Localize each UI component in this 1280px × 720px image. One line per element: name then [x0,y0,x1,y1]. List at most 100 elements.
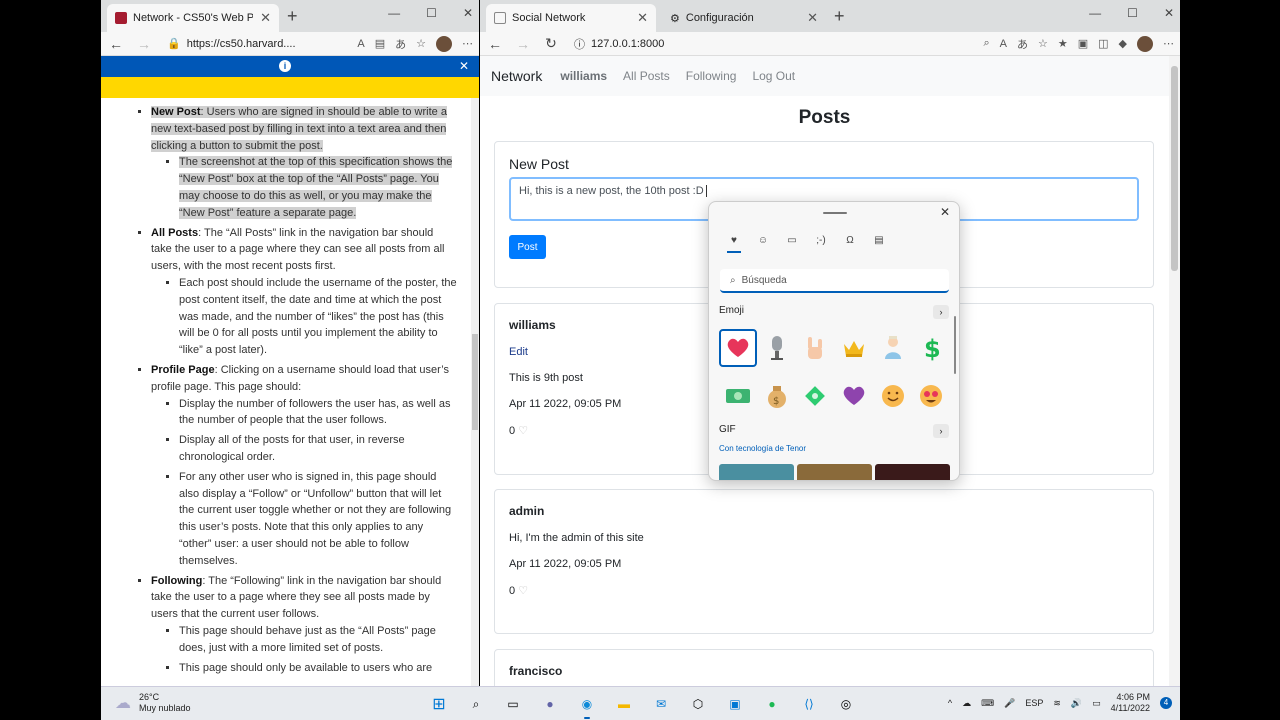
emoji-purple-heart[interactable] [835,377,873,415]
back-icon[interactable]: ← [486,36,504,52]
wifi-icon[interactable]: ≋ [1053,698,1061,709]
more-menu-icon[interactable]: ⋯ [1163,37,1174,50]
gif-thumbnail[interactable] [797,464,872,480]
emoji-money-bag[interactable]: $ [758,377,796,415]
emoji-heart-eyes[interactable] [912,377,950,415]
tab-social-network[interactable]: Social Network ✕ [486,4,656,32]
chevron-right-icon[interactable]: › [933,305,949,319]
gif-thumbnail[interactable] [719,464,794,480]
close-tab-icon[interactable]: ✕ [260,10,271,26]
forward-icon[interactable]: → [514,36,532,52]
emoji-tab-icon[interactable]: ☺ [756,235,770,253]
spotify-icon[interactable]: ● [760,692,784,716]
emoji-rock-hand[interactable] [796,329,834,367]
nav-all-posts[interactable]: All Posts [623,69,670,83]
kaomoji-tab-icon[interactable]: ;-) [814,235,828,253]
emoji-banknote[interactable] [719,377,757,415]
refresh-icon[interactable]: ↻ [542,35,560,52]
nav-following[interactable]: Following [686,69,737,83]
nav-logout[interactable]: Log Out [752,69,795,83]
search-icon[interactable]: ⌕ [464,692,488,716]
close-icon[interactable]: ✕ [940,205,950,219]
chevron-up-icon[interactable]: ^ [948,698,952,708]
emoji-microphone[interactable] [758,329,796,367]
vscode-icon[interactable]: ⟨⟩ [797,692,821,716]
close-window-icon[interactable]: ✕ [463,6,473,20]
address-bar[interactable]: ⓘ 127.0.0.1:8000 [570,36,973,52]
favorite-icon[interactable]: ☆ [416,37,426,50]
read-aloud-icon[interactable]: A [1000,38,1007,50]
language-indicator[interactable]: ESP [1025,698,1043,708]
favorite-icon[interactable]: ☆ [1038,37,1048,50]
zoom-icon[interactable]: ⌕ [983,37,989,50]
maximize-icon[interactable]: ☐ [426,6,437,20]
windows-start-icon[interactable]: ⊞ [427,692,451,716]
new-tab-button[interactable]: + [287,6,298,27]
address-bar[interactable]: 🔒 https://cs50.harvard.... [163,37,347,51]
drag-handle[interactable] [823,212,847,214]
post-username[interactable]: admin [509,504,1139,518]
emoji-search-input[interactable]: ⌕ Búsqueda [720,269,949,293]
emoji-dollar-sign[interactable]: $ [912,329,950,367]
weather-widget[interactable]: ☁ 26°C Muy nublado [115,692,191,714]
collections-icon[interactable]: ▣ [1078,37,1088,50]
brand-link[interactable]: Network [491,68,542,84]
more-menu-icon[interactable]: ⋯ [462,37,473,50]
clipboard-tab-icon[interactable]: ▤ [872,235,886,253]
close-tab-icon[interactable]: ✕ [807,10,818,26]
close-window-icon[interactable]: ✕ [1164,6,1174,20]
emoji-smiling-hearts[interactable] [874,377,912,415]
clock[interactable]: 4:06 PM 4/11/2022 [1111,692,1150,714]
minimize-icon[interactable]: — [1089,6,1101,20]
emoji-crown[interactable] [835,329,873,367]
emoji-money-wings[interactable] [796,377,834,415]
nav-username[interactable]: williams [560,69,607,83]
close-tab-icon[interactable]: ✕ [637,10,648,26]
store-icon[interactable]: ▣ [723,692,747,716]
battery-icon[interactable]: ▭ [1092,698,1101,709]
translate-icon[interactable]: あ [395,36,406,52]
favorites-list-icon[interactable]: ★ [1058,37,1068,50]
emoji-genie[interactable] [874,329,912,367]
maximize-icon[interactable]: ☐ [1127,6,1138,20]
scrollbar[interactable] [471,98,479,686]
mail-icon[interactable]: ✉ [649,692,673,716]
gif-thumbnail[interactable] [875,464,950,480]
heart-icon[interactable]: ♡ [518,585,528,597]
microphone-icon[interactable]: 🎤 [1004,698,1015,709]
chevron-right-icon[interactable]: › [933,424,949,438]
recent-emoji-tab-icon[interactable]: ♥ [727,235,741,253]
tenor-credit[interactable]: Con tecnología de Tenor [719,444,806,453]
forward-icon[interactable]: → [135,36,153,52]
tab-cs50-spec[interactable]: Network - CS50's Web Programming ✕ [107,4,279,32]
close-banner-icon[interactable]: ✕ [459,59,469,73]
profile-avatar[interactable] [1137,35,1153,52]
picker-scrollbar[interactable] [954,316,956,374]
profile-avatar[interactable] [436,35,452,52]
screenshot-icon[interactable]: ◫ [1098,37,1108,50]
edge-icon[interactable]: ◉ [575,692,599,719]
obs-icon[interactable]: ◎ [834,692,858,716]
gif-tab-icon[interactable]: ▭ [785,235,799,253]
info-icon[interactable]: i [279,60,291,72]
extensions-icon[interactable]: ◆ [1119,37,1127,50]
back-icon[interactable]: ← [107,36,125,52]
reader-icon[interactable]: ▤ [375,37,385,50]
minimize-icon[interactable]: — [388,6,400,20]
post-button[interactable]: Post [509,235,546,259]
heart-icon[interactable]: ♡ [518,425,528,437]
volume-icon[interactable]: 🔊 [1071,698,1082,709]
emoji-heart[interactable] [719,329,757,367]
post-username[interactable]: francisco [509,664,1139,678]
translate-icon[interactable]: あ [1017,36,1028,52]
new-tab-button[interactable]: + [834,6,845,27]
scrollbar[interactable] [1169,56,1180,686]
notification-badge[interactable]: 4 [1160,697,1172,709]
settings-app-icon[interactable]: ⬡ [686,692,710,716]
file-explorer-icon[interactable]: ▬ [612,692,636,716]
chat-icon[interactable]: ● [538,692,562,716]
read-aloud-icon[interactable]: A [357,38,364,50]
symbols-tab-icon[interactable]: Ω [843,235,857,253]
tab-configuracion[interactable]: ⚙ Configuración ✕ [662,4,826,32]
keyboard-icon[interactable]: ⌨ [981,698,994,709]
